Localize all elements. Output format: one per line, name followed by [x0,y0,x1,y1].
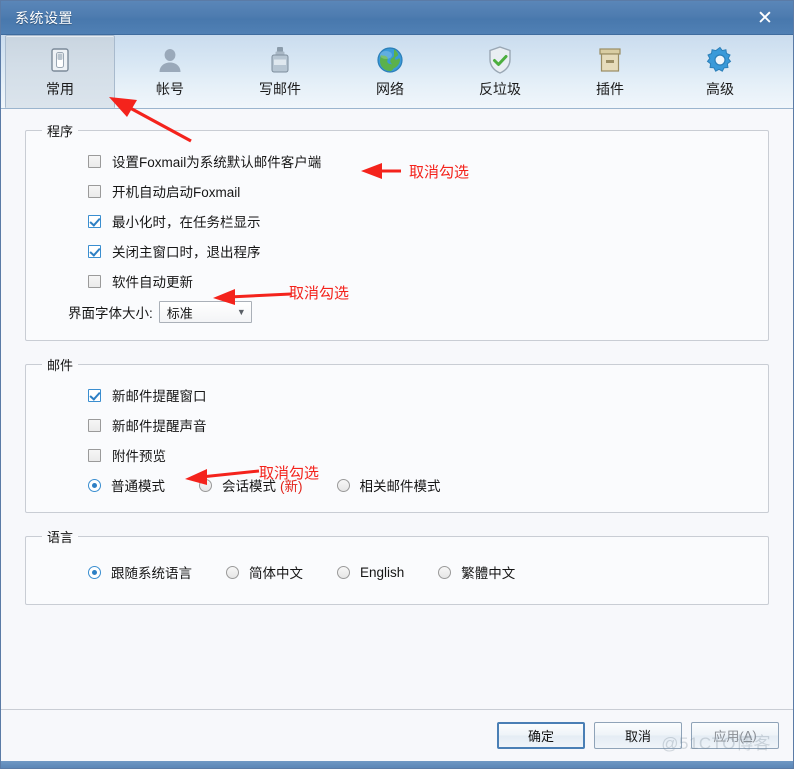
globe-icon [374,44,406,76]
ink-bottle-icon [264,44,296,76]
radio-english[interactable] [337,565,350,579]
shield-icon [484,44,516,76]
group-program: 程序 设置Foxmail为系统默认邮件客户端 开机自动启动Foxmail 最小化… [25,121,769,341]
radio-item-follow-system[interactable]: 跟随系统语言 [88,562,192,582]
badge-new: (新) [280,479,303,494]
option-row-default-client[interactable]: 设置Foxmail为系统默认邮件客户端 [36,146,758,176]
checkbox-new-mail-sound[interactable] [88,418,101,432]
settings-window: 系统设置 ✕ 常用 帐号 写邮件 网络 反垃圾 插件 高级 程序 设置Foxma… [0,0,794,769]
radio-item-simplified-chinese[interactable]: 简体中文 [226,562,303,582]
font-size-value: 标准 [166,305,193,321]
radio-simplified-chinese[interactable] [226,565,239,579]
option-row-close-exits[interactable]: 关闭主窗口时，退出程序 [36,236,758,266]
tab-compose-label: 写邮件 [259,81,301,97]
option-row-minimize-to-tray[interactable]: 最小化时，在任务栏显示 [36,206,758,236]
title-bar: 系统设置 ✕ [1,1,793,35]
apply-button-accel: A [743,727,753,743]
tab-compose[interactable]: 写邮件 [225,35,335,108]
option-row-autostart[interactable]: 开机自动启动Foxmail [36,176,758,206]
radio-simplified-chinese-label: 简体中文 [249,566,303,581]
language-radio-group: 跟随系统语言 简体中文 English 繁體中文 [36,552,758,592]
tab-plugins-label: 插件 [596,81,624,97]
radio-related-mode[interactable] [336,478,350,492]
radio-item-related-mode[interactable]: 相关邮件模式 [336,475,441,495]
option-row-attachment-preview[interactable]: 附件预览 [36,440,758,470]
user-icon [154,44,186,76]
checkbox-close-exits-label: 关闭主窗口时，退出程序 [112,245,261,260]
close-icon[interactable]: ✕ [743,1,787,35]
tab-general-label: 常用 [46,81,74,97]
tab-antispam[interactable]: 反垃圾 [445,35,555,108]
switch-icon [44,44,76,76]
settings-content: 程序 设置Foxmail为系统默认邮件客户端 开机自动启动Foxmail 最小化… [1,109,793,745]
option-row-auto-update[interactable]: 软件自动更新 [36,266,758,296]
checkbox-autostart-label: 开机自动启动Foxmail [112,185,241,200]
tab-advanced-label: 高级 [706,81,734,97]
font-size-label: 界面字体大小: [68,306,153,321]
tab-strip: 常用 帐号 写邮件 网络 反垃圾 插件 高级 [1,35,793,109]
radio-conversation-mode-label: 会话模式 [222,479,276,494]
tab-account-label: 帐号 [156,81,184,97]
radio-item-english[interactable]: English [337,565,404,580]
tab-general[interactable]: 常用 [5,35,115,108]
checkbox-auto-update[interactable] [88,274,101,288]
radio-follow-system[interactable] [88,565,101,579]
tab-plugins[interactable]: 插件 [555,35,665,108]
option-row-new-mail-sound[interactable]: 新邮件提醒声音 [36,410,758,440]
radio-related-mode-label: 相关邮件模式 [359,479,441,494]
radio-item-traditional-chinese[interactable]: 繁體中文 [438,562,515,582]
tab-network[interactable]: 网络 [335,35,445,108]
tab-antispam-label: 反垃圾 [479,81,521,97]
checkbox-default-client-label: 设置Foxmail为系统默认邮件客户端 [112,155,322,170]
group-language: 语言 跟随系统语言 简体中文 English 繁體中文 [25,527,769,605]
radio-follow-system-label: 跟随系统语言 [111,566,192,581]
checkbox-minimize-to-tray-label: 最小化时，在任务栏显示 [112,215,261,230]
chevron-down-icon: ▼ [236,306,246,317]
checkbox-auto-update-label: 软件自动更新 [112,275,193,290]
font-size-row: 界面字体大小: 标准 ▼ [36,296,758,328]
checkbox-minimize-to-tray[interactable] [88,214,101,228]
checkbox-attachment-preview-label: 附件预览 [112,449,166,464]
bottom-accent-strip [1,761,793,768]
checkbox-new-mail-popup[interactable] [88,388,101,402]
checkbox-new-mail-sound-label: 新邮件提醒声音 [112,419,207,434]
checkbox-close-exits[interactable] [88,244,101,258]
radio-traditional-chinese[interactable] [438,565,452,579]
apply-button-text: 应用( [713,728,744,744]
checkbox-default-client[interactable] [88,154,101,168]
radio-item-conversation-mode[interactable]: 会话模式 (新) [199,475,303,495]
apply-button-tail: ) [752,727,757,743]
radio-normal-mode-label: 普通模式 [111,479,165,494]
group-mail: 邮件 新邮件提醒窗口 新邮件提醒声音 附件预览 普通模式 会话模式 (新) 相关… [25,355,769,513]
radio-english-label: English [360,564,405,580]
dialog-button-bar: 确定 取消 应用(A) [1,709,793,768]
checkbox-new-mail-popup-label: 新邮件提醒窗口 [112,389,207,404]
ok-button[interactable]: 确定 [497,721,585,749]
group-language-legend: 语言 [47,530,74,545]
radio-item-normal-mode[interactable]: 普通模式 [88,475,165,495]
window-title: 系统设置 [15,9,73,26]
view-mode-radio-group: 普通模式 会话模式 (新) 相关邮件模式 [36,470,758,500]
checkbox-attachment-preview[interactable] [88,448,101,462]
radio-traditional-chinese-label: 繁體中文 [461,566,516,581]
radio-conversation-mode[interactable] [199,478,212,492]
group-mail-legend: 邮件 [47,358,74,373]
font-size-select[interactable]: 标准 ▼ [158,301,252,323]
option-row-new-mail-popup[interactable]: 新邮件提醒窗口 [36,380,758,410]
apply-button[interactable]: 应用(A) [691,721,779,749]
gear-icon [704,44,736,76]
tab-account[interactable]: 帐号 [115,35,225,108]
tab-network-label: 网络 [376,81,404,97]
group-program-legend: 程序 [47,124,74,139]
radio-normal-mode[interactable] [88,478,101,492]
tab-advanced[interactable]: 高级 [665,35,775,108]
cancel-button[interactable]: 取消 [594,721,682,749]
box-icon [594,44,626,76]
checkbox-autostart[interactable] [88,184,101,198]
